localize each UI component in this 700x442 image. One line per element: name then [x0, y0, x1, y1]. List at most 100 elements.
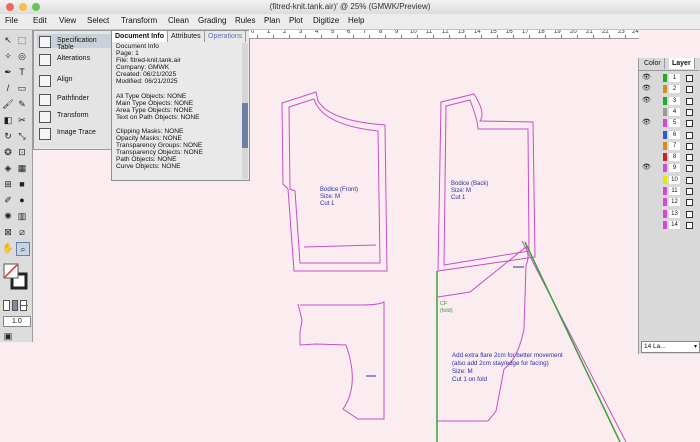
lock-icon[interactable] — [686, 131, 693, 139]
layer-number: 6 — [669, 130, 680, 139]
layer-row[interactable]: 7 — [639, 141, 699, 151]
column-graph-tool-icon[interactable]: ▥ — [16, 210, 28, 222]
eraser-tool-icon[interactable]: ◧ — [2, 114, 14, 126]
layer-color-swatch — [663, 119, 667, 128]
layer-row[interactable]: 4 — [639, 107, 699, 117]
menu-rules[interactable]: Rules — [235, 16, 255, 25]
menu-file[interactable]: File — [5, 16, 18, 25]
sidepanel-pathfinder[interactable]: Pathfinder — [37, 92, 111, 106]
menu-grading[interactable]: Grading — [198, 16, 226, 25]
direct-select-tool-icon[interactable]: ⬚ — [16, 34, 28, 46]
scale-tool-icon[interactable]: ⤡ — [16, 130, 28, 142]
menu-plan[interactable]: Plan — [264, 16, 280, 25]
shape-builder-tool-icon[interactable]: ◈ — [2, 162, 14, 174]
free-transform-tool-icon[interactable]: ⊡ — [16, 146, 28, 158]
pen-tool-icon[interactable]: ✒ — [2, 66, 14, 78]
magic-wand-tool-icon[interactable]: ✧ — [2, 50, 14, 62]
selection-tool-icon[interactable]: ↖ — [2, 34, 14, 46]
tab-attributes[interactable]: Attributes — [168, 31, 205, 42]
sidepanel-image-trace[interactable]: Image Trace — [37, 126, 111, 140]
rectangle-tool-icon[interactable]: ▭ — [16, 82, 28, 94]
tab-operations[interactable]: Operations — [205, 31, 247, 42]
lock-icon[interactable] — [686, 176, 693, 184]
menu-clean[interactable]: Clean — [168, 16, 189, 25]
sidepanel-specification-table[interactable]: Specification Table — [37, 34, 111, 51]
lock-icon[interactable] — [686, 199, 693, 207]
skirt-note: Add extra flare 2cm for better movement … — [452, 352, 563, 383]
layer-row[interactable]: 👁 5 — [639, 118, 699, 128]
eye-icon[interactable]: 👁 — [642, 96, 651, 104]
lock-icon[interactable] — [686, 210, 693, 218]
tab-layer[interactable]: Layer — [669, 58, 695, 69]
front-skirt-outline — [297, 301, 385, 420]
menu-plot[interactable]: Plot — [289, 16, 303, 25]
line-tool-icon[interactable]: / — [2, 82, 14, 94]
layer-row[interactable]: 14 — [639, 220, 699, 230]
menu-edit[interactable]: Edit — [33, 16, 47, 25]
sidepanel-align[interactable]: Align — [37, 73, 111, 87]
mesh-tool-icon[interactable]: ⊞ — [2, 178, 14, 190]
color-mode-buttons[interactable] — [3, 300, 29, 311]
layer-row[interactable]: 12 — [639, 197, 699, 207]
hand-tool-icon[interactable]: ✋ — [2, 242, 14, 254]
scissors-tool-icon[interactable]: ✂ — [16, 114, 28, 126]
perspective-tool-icon[interactable]: ▦ — [16, 162, 28, 174]
rotate-tool-icon[interactable]: ↻ — [2, 130, 14, 142]
eye-icon[interactable]: 👁 — [642, 73, 651, 81]
lock-icon[interactable] — [686, 142, 693, 150]
layer-number: 12 — [669, 198, 680, 207]
tab-document-info[interactable]: Document Info — [112, 31, 168, 42]
screen-mode-icon[interactable]: ▣ — [2, 330, 14, 342]
eye-icon[interactable]: 👁 — [642, 84, 651, 92]
type-tool-icon[interactable]: T — [16, 66, 28, 78]
layer-row[interactable]: 👁 9 — [639, 163, 699, 173]
sidepanel-transform[interactable]: Transform — [37, 109, 111, 123]
layer-color-swatch — [663, 220, 667, 229]
layer-row[interactable]: 10 — [639, 175, 699, 185]
zoom-field[interactable]: 1.0 — [3, 316, 31, 327]
layer-row[interactable]: 6 — [639, 130, 699, 140]
lock-icon[interactable] — [686, 221, 693, 229]
blend-tool-icon[interactable]: ● — [16, 194, 28, 206]
symbol-sprayer-tool-icon[interactable]: ✺ — [2, 210, 14, 222]
layer-row[interactable]: 👁 2 — [639, 84, 699, 94]
eye-icon[interactable]: 👁 — [642, 118, 651, 126]
slice-tool-icon[interactable]: ⧄ — [16, 226, 28, 238]
menu-view[interactable]: View — [59, 16, 76, 25]
artboard-tool-icon[interactable]: ⊠ — [2, 226, 14, 238]
lock-icon[interactable] — [686, 154, 693, 162]
eye-icon[interactable]: 👁 — [642, 163, 651, 171]
menu-select[interactable]: Select — [87, 16, 109, 25]
lock-icon[interactable] — [686, 75, 693, 82]
lock-icon[interactable] — [686, 108, 693, 116]
layer-row[interactable]: 11 — [639, 186, 699, 196]
brush-tool-icon[interactable]: 🖌 — [2, 98, 14, 110]
tab-color[interactable]: Color — [641, 58, 665, 69]
pencil-tool-icon[interactable]: ✎ — [16, 98, 28, 110]
alterations-icon — [39, 54, 51, 66]
layer-color-swatch — [663, 164, 667, 173]
pattern-canvas[interactable] — [248, 39, 636, 442]
zoom-tool-icon[interactable]: ⌕ — [16, 242, 30, 256]
warp-tool-icon[interactable]: ❂ — [2, 146, 14, 158]
lasso-tool-icon[interactable]: ◎ — [16, 50, 28, 62]
layer-row[interactable]: 13 — [639, 209, 699, 219]
lock-icon[interactable] — [686, 188, 693, 195]
sidepanel-alterations[interactable]: Alterations — [37, 52, 111, 66]
lock-icon[interactable] — [686, 86, 693, 94]
layer-row[interactable]: 8 — [639, 152, 699, 162]
layer-color-swatch — [663, 187, 667, 195]
fill-stroke-swatch[interactable] — [2, 262, 30, 294]
layer-row[interactable]: 👁 1 — [639, 73, 699, 83]
layer-count-selector[interactable]: 14 La... ▾ — [641, 341, 700, 353]
gradient-tool-icon[interactable]: ■ — [16, 178, 28, 190]
menu-transform[interactable]: Transform — [121, 16, 157, 25]
menu-help[interactable]: Help — [348, 16, 364, 25]
lock-icon[interactable] — [686, 120, 693, 128]
eyedropper-tool-icon[interactable]: ✐ — [2, 194, 14, 206]
lock-icon[interactable] — [686, 97, 693, 105]
align-icon — [39, 75, 51, 87]
menu-digitize[interactable]: Digitize — [313, 16, 339, 25]
layer-row[interactable]: 👁 3 — [639, 96, 699, 106]
lock-icon[interactable] — [686, 165, 693, 173]
